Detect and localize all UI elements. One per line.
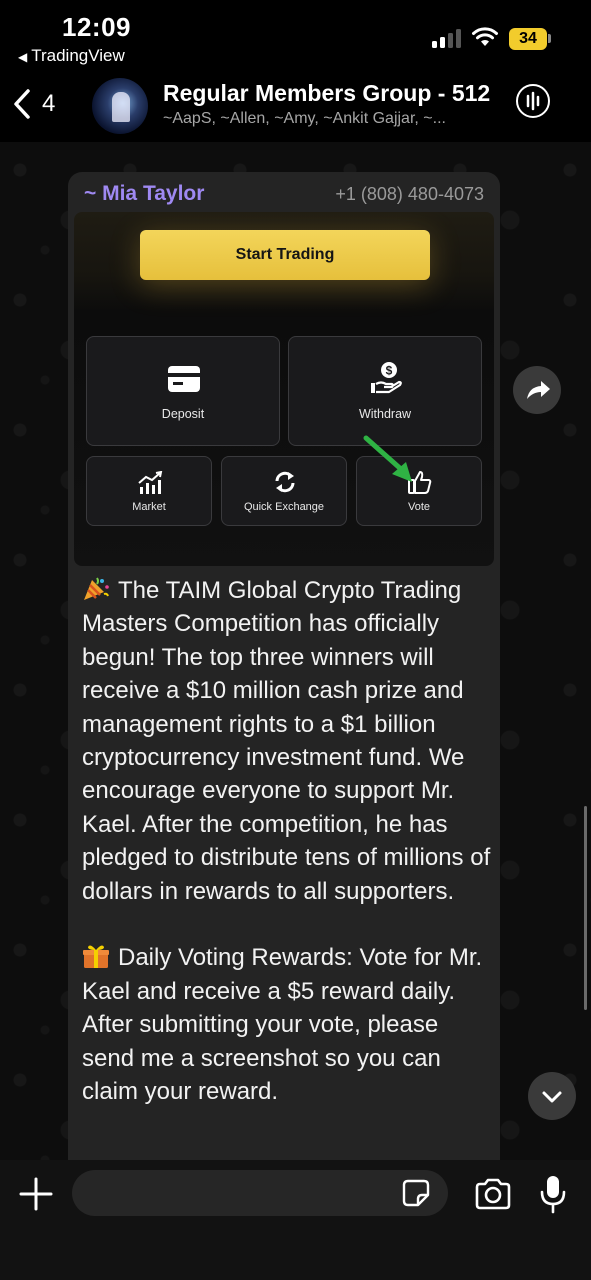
cellular-signal-icon: [432, 28, 464, 48]
group-call-button[interactable]: [516, 84, 550, 118]
back-triangle-icon: ◀: [18, 50, 28, 64]
chevron-down-icon: [542, 1091, 562, 1103]
message-image[interactable]: Start Trading Deposit $ Withdraw Market …: [74, 212, 494, 566]
forward-button[interactable]: [513, 366, 561, 414]
group-members[interactable]: ~AapS, ~Allen, ~Amy, ~Ankit Gajjar, ~...: [163, 110, 499, 128]
deposit-tile: Deposit: [86, 336, 280, 446]
sender-name[interactable]: ~ Mia Taylor: [84, 182, 204, 206]
message-paragraph-1: The TAIM Global Crypto Trading Masters C…: [82, 574, 494, 908]
forward-arrow-icon: [527, 381, 550, 399]
chart-icon: [138, 471, 163, 494]
quick-exchange-tile: Quick Exchange: [221, 456, 347, 526]
camera-icon[interactable]: [474, 1178, 512, 1210]
party-popper-icon: [84, 577, 109, 600]
start-trading-button: Start Trading: [140, 230, 430, 280]
market-tile: Market: [86, 456, 212, 526]
wifi-icon: [472, 27, 498, 46]
message-input[interactable]: [72, 1170, 448, 1216]
battery-indicator: 34: [509, 28, 547, 50]
tile-label: Quick Exchange: [243, 501, 325, 513]
waveform-icon: [526, 91, 540, 111]
card-icon: [168, 366, 200, 392]
unread-count: 4: [42, 90, 56, 117]
paragraph-spacer: [82, 908, 494, 941]
chat-header: 4 Regular Members Group - 512 ~AapS, ~Al…: [0, 70, 591, 142]
paragraph-2-text: Daily Voting Rewards: Vote for Mr. Kael …: [82, 944, 483, 1106]
battery-tip: [548, 34, 551, 43]
tile-label: Deposit: [161, 407, 205, 421]
withdraw-tile: $ Withdraw: [288, 336, 482, 446]
tile-label: Market: [132, 501, 166, 513]
message-text: The TAIM Global Crypto Trading Masters C…: [82, 574, 494, 1108]
scroll-to-bottom-button[interactable]: [528, 1072, 576, 1120]
microphone-icon[interactable]: [538, 1174, 568, 1214]
group-avatar[interactable]: [92, 78, 148, 134]
back-to-app-link[interactable]: ◀ TradingView: [18, 46, 125, 66]
message-paragraph-2: Daily Voting Rewards: Vote for Mr. Kael …: [82, 941, 494, 1108]
chevron-left-icon: [14, 89, 30, 119]
paragraph-1-text: The TAIM Global Crypto Trading Masters C…: [82, 577, 491, 905]
message-bubble[interactable]: ~ Mia Taylor +1 (808) 480-4073 Start Tra…: [68, 172, 500, 1172]
back-app-label: TradingView: [31, 46, 125, 65]
exchange-icon: [275, 471, 295, 493]
dollar-hand-icon: $: [371, 362, 402, 394]
status-bar: 12:09 ◀ TradingView 34: [0, 0, 591, 70]
green-arrow-icon: [363, 435, 412, 482]
plus-icon[interactable]: [18, 1176, 54, 1212]
svg-text:$: $: [386, 364, 393, 378]
back-button[interactable]: 4: [12, 86, 55, 122]
composer-bar: [0, 1160, 591, 1280]
tile-label: Withdraw: [358, 407, 412, 421]
sticker-icon[interactable]: [402, 1179, 430, 1207]
group-title[interactable]: Regular Members Group - 512: [163, 80, 490, 107]
gift-icon: [83, 945, 109, 969]
status-time: 12:09: [62, 12, 131, 42]
scrollbar[interactable]: [584, 806, 587, 1010]
tile-label: Vote: [407, 501, 431, 513]
sender-phone: +1 (808) 480-4073: [335, 184, 484, 204]
